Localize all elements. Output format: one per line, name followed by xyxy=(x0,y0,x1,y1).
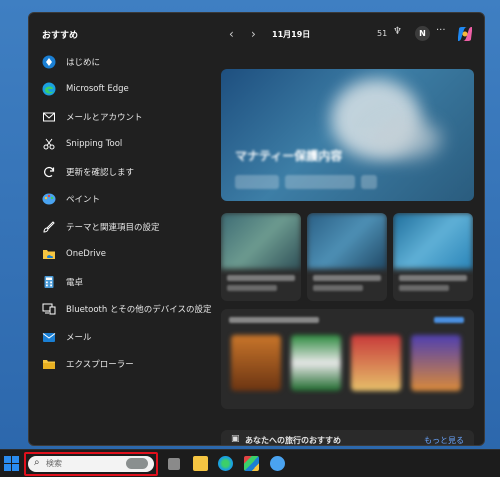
rec-item-label: 更新を確認します xyxy=(66,167,135,178)
rec-item-snipping-tool[interactable]: Snipping Tool xyxy=(41,131,216,159)
rec-item-mail[interactable]: メール xyxy=(41,323,216,351)
search-highlight: ⌕ 検索 xyxy=(24,452,158,476)
rec-item-label: はじめに xyxy=(66,57,101,68)
copilot-icon[interactable] xyxy=(456,25,474,43)
paint-icon[interactable] xyxy=(270,456,285,471)
taskbar-search-box[interactable]: ⌕ 検索 xyxy=(28,456,154,472)
hero-title: マナティー保護内容 xyxy=(235,149,343,163)
rec-item-label: ペイント xyxy=(66,195,101,206)
hero-more-chip xyxy=(361,175,377,189)
snipping-tool-icon xyxy=(41,136,57,152)
news-card-text xyxy=(227,285,277,291)
game-tile[interactable] xyxy=(231,335,281,391)
feed-toolbar: ‹ › 11月19日 51 ♆ N ··· xyxy=(219,24,476,44)
rec-item-label: OneDrive xyxy=(66,249,106,260)
news-card-text xyxy=(399,285,449,291)
start-widget-panel: おすすめ はじめに Microsoft Edge メールとアカウント Snipp… xyxy=(28,12,485,446)
game-tile[interactable] xyxy=(291,335,341,391)
rec-item-tips[interactable]: はじめに xyxy=(41,48,216,76)
task-view-icon[interactable] xyxy=(168,458,180,470)
rec-item-label: Microsoft Edge xyxy=(66,84,129,95)
rec-item-label: メールとアカウント xyxy=(66,112,143,123)
recommended-title: おすすめ xyxy=(42,31,79,41)
rec-item-edge[interactable]: Microsoft Edge xyxy=(41,76,216,104)
news-card[interactable] xyxy=(307,213,387,301)
search-placeholder: 検索 xyxy=(46,459,62,468)
news-card-image xyxy=(221,213,301,269)
recommended-list: はじめに Microsoft Edge メールとアカウント Snipping T… xyxy=(41,48,216,378)
rec-item-label: Bluetooth とその他のデバイスの設定 xyxy=(66,305,212,316)
rec-item-label: Snipping Tool xyxy=(66,139,123,150)
travel-title: あなたへの旅行のおすすめ xyxy=(245,436,341,445)
search-icon: ⌕ xyxy=(34,457,40,468)
news-feed: ‹ › 11月19日 51 ♆ N ··· マナティー保護内容 ▣ あなたへの旅… xyxy=(219,13,484,445)
devices-icon xyxy=(41,301,57,317)
news-card-image xyxy=(307,213,387,269)
news-card-text xyxy=(313,285,363,291)
hero-tag-chip xyxy=(285,175,355,189)
travel-recommendation-section: ▣ あなたへの旅行のおすすめ もっと見る xyxy=(221,430,474,445)
mail-icon xyxy=(41,329,57,345)
news-card-image xyxy=(393,213,473,269)
file-explorer-icon xyxy=(41,356,57,372)
rec-item-bluetooth-devices[interactable]: Bluetooth とその他のデバイスの設定 xyxy=(41,296,216,324)
news-card-text xyxy=(399,275,467,281)
search-highlight-image-icon xyxy=(126,458,148,469)
news-card-row xyxy=(221,213,474,301)
rec-item-file-explorer[interactable]: エクスプローラー xyxy=(41,351,216,379)
mail-account-icon xyxy=(41,109,57,125)
see-more-link[interactable]: もっと見る xyxy=(424,435,464,445)
news-card-text xyxy=(313,275,381,281)
weather-icon[interactable]: ♆ xyxy=(393,26,402,37)
brush-icon xyxy=(41,219,57,235)
rec-item-label: メール xyxy=(66,332,92,343)
rec-item-calculator[interactable]: 電卓 xyxy=(41,268,216,296)
edge-icon[interactable] xyxy=(218,456,233,471)
game-tile[interactable] xyxy=(351,335,401,391)
hero-image-part xyxy=(371,119,441,159)
paint-icon xyxy=(41,191,57,207)
folder-onedrive-icon xyxy=(41,246,57,262)
hero-news-card[interactable]: マナティー保護内容 xyxy=(221,69,474,201)
more-options-button[interactable]: ··· xyxy=(436,25,446,36)
news-card-text xyxy=(227,275,295,281)
store-icon[interactable] xyxy=(244,456,259,471)
temperature[interactable]: 51 xyxy=(377,29,387,38)
rec-item-label: テーマと関連項目の設定 xyxy=(66,222,160,233)
refresh-icon xyxy=(41,164,57,180)
edge-icon xyxy=(41,81,57,97)
taskbar: ⌕ 検索 xyxy=(0,449,500,477)
recommended-section: おすすめ はじめに Microsoft Edge メールとアカウント Snipp… xyxy=(29,13,211,445)
games-header xyxy=(229,317,319,323)
games-more-link[interactable] xyxy=(434,317,464,323)
games-section[interactable] xyxy=(221,309,474,409)
rec-item-paint[interactable]: ペイント xyxy=(41,186,216,214)
rec-item-onedrive[interactable]: OneDrive xyxy=(41,241,216,269)
windows-start-icon[interactable] xyxy=(4,456,19,471)
rec-item-check-updates[interactable]: 更新を確認します xyxy=(41,158,216,186)
rec-item-theme-settings[interactable]: テーマと関連項目の設定 xyxy=(41,213,216,241)
file-explorer-icon[interactable] xyxy=(193,456,208,471)
rec-item-label: 電卓 xyxy=(66,277,84,288)
news-card[interactable] xyxy=(221,213,301,301)
news-card[interactable] xyxy=(393,213,473,301)
hero-source-chip xyxy=(235,175,279,189)
tips-icon xyxy=(41,54,57,70)
feed-date: 11月19日 xyxy=(272,30,311,39)
suitcase-icon: ▣ xyxy=(231,434,240,444)
prev-arrow-icon[interactable]: ‹ xyxy=(229,27,234,41)
game-tile[interactable] xyxy=(411,335,461,391)
rec-item-label: エクスプローラー xyxy=(66,360,134,371)
rec-item-mail-account[interactable]: メールとアカウント xyxy=(41,103,216,131)
calculator-icon xyxy=(41,274,57,290)
avatar[interactable]: N xyxy=(415,26,430,41)
next-arrow-icon[interactable]: › xyxy=(251,27,256,41)
